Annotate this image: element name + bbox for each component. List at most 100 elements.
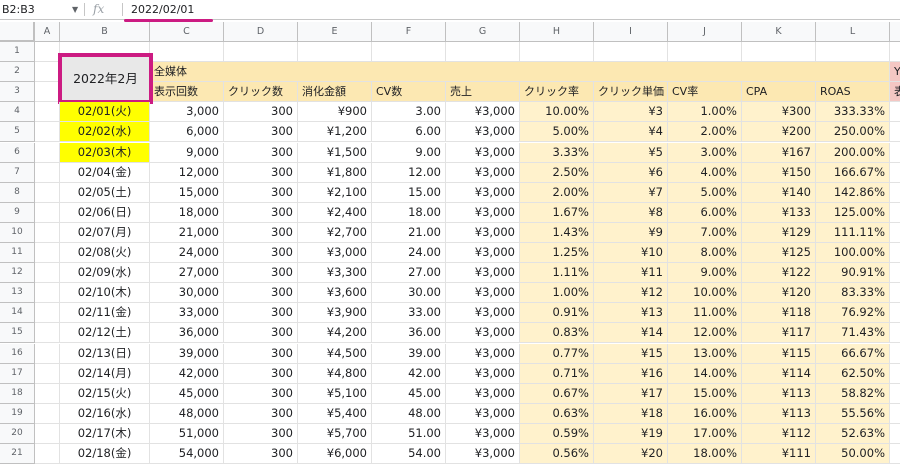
cvr-cell[interactable]: 1.00% bbox=[668, 102, 742, 123]
ctr-cell[interactable]: 1.43% bbox=[520, 222, 594, 243]
cost-cell[interactable]: ¥2,700 bbox=[298, 222, 372, 243]
cpc-cell[interactable]: ¥16 bbox=[594, 363, 668, 384]
cvr-cell[interactable]: 5.00% bbox=[668, 182, 742, 203]
date-cell[interactable]: 02/17(木) bbox=[60, 423, 150, 444]
roas-cell[interactable]: 55.56% bbox=[816, 403, 890, 424]
empty-cell[interactable] bbox=[890, 424, 900, 444]
row-header[interactable]: 1 bbox=[0, 42, 35, 63]
cpc-cell[interactable]: ¥12 bbox=[594, 283, 668, 304]
row-header[interactable]: 14 bbox=[0, 303, 35, 324]
cpa-cell[interactable]: ¥167 bbox=[742, 142, 816, 163]
empty-cell[interactable] bbox=[890, 323, 900, 344]
sales-cell[interactable]: ¥3,000 bbox=[446, 403, 520, 424]
roas-cell[interactable]: 83.33% bbox=[816, 283, 890, 304]
empty-cell[interactable] bbox=[224, 42, 298, 63]
ctr-cell[interactable]: 0.91% bbox=[520, 303, 594, 324]
cv-cell[interactable]: 21.00 bbox=[372, 222, 446, 243]
cv-cell[interactable]: 18.00 bbox=[372, 202, 446, 223]
date-cell[interactable]: 02/01(火) bbox=[60, 102, 150, 123]
clicks-cell[interactable]: 300 bbox=[224, 182, 298, 203]
imp-cell[interactable]: 36,000 bbox=[150, 323, 224, 344]
cvr-cell[interactable]: 17.00% bbox=[668, 423, 742, 444]
cpc-cell[interactable]: ¥7 bbox=[594, 182, 668, 203]
empty-cell[interactable] bbox=[35, 222, 60, 243]
cvr-cell[interactable]: 14.00% bbox=[668, 363, 742, 384]
row-header[interactable]: 3 bbox=[0, 82, 35, 103]
cost-cell[interactable]: ¥3,000 bbox=[298, 243, 372, 264]
row-header[interactable]: 11 bbox=[0, 243, 35, 264]
cost-cell[interactable]: ¥6,000 bbox=[298, 444, 372, 464]
date-cell[interactable]: 02/06(日) bbox=[60, 202, 150, 223]
empty-cell[interactable] bbox=[890, 122, 900, 143]
cvr-cell[interactable]: 11.00% bbox=[668, 303, 742, 324]
column-header-H[interactable]: H bbox=[520, 22, 594, 42]
sales-cell[interactable]: ¥3,000 bbox=[446, 162, 520, 183]
empty-cell[interactable] bbox=[890, 42, 900, 63]
cost-cell[interactable]: ¥3,300 bbox=[298, 263, 372, 284]
roas-cell[interactable]: 50.00% bbox=[816, 444, 890, 464]
empty-cell[interactable] bbox=[35, 122, 60, 143]
row-header[interactable]: 15 bbox=[0, 323, 35, 344]
cpa-cell[interactable]: ¥200 bbox=[742, 122, 816, 143]
roas-cell[interactable]: 111.11% bbox=[816, 222, 890, 243]
ctr-cell[interactable]: 2.50% bbox=[520, 162, 594, 183]
imp-cell[interactable]: 30,000 bbox=[150, 283, 224, 304]
cost-cell[interactable]: ¥1,500 bbox=[298, 142, 372, 163]
column-header-E[interactable]: E bbox=[298, 22, 372, 42]
cpc-cell[interactable]: ¥17 bbox=[594, 383, 668, 404]
cost-cell[interactable]: ¥2,400 bbox=[298, 202, 372, 223]
row-header[interactable]: 5 bbox=[0, 122, 35, 143]
cpc-cell[interactable]: ¥20 bbox=[594, 444, 668, 464]
clicks-cell[interactable]: 300 bbox=[224, 363, 298, 384]
cv-cell[interactable]: 3.00 bbox=[372, 102, 446, 123]
cpa-cell[interactable]: ¥118 bbox=[742, 303, 816, 324]
clicks-cell[interactable]: 300 bbox=[224, 343, 298, 364]
clicks-cell[interactable]: 300 bbox=[224, 423, 298, 444]
empty-cell[interactable] bbox=[520, 42, 594, 63]
cost-cell[interactable]: ¥1,200 bbox=[298, 122, 372, 143]
clicks-cell[interactable]: 300 bbox=[224, 142, 298, 163]
cpa-cell[interactable]: ¥150 bbox=[742, 162, 816, 183]
empty-cell[interactable] bbox=[35, 182, 60, 203]
row-header[interactable]: 20 bbox=[0, 423, 35, 444]
cost-cell[interactable]: ¥4,500 bbox=[298, 343, 372, 364]
cpc-cell[interactable]: ¥19 bbox=[594, 423, 668, 444]
empty-cell[interactable] bbox=[890, 143, 900, 163]
date-cell[interactable]: 02/02(水) bbox=[60, 122, 150, 143]
cpa-cell[interactable]: ¥114 bbox=[742, 363, 816, 384]
imp-cell[interactable]: 51,000 bbox=[150, 423, 224, 444]
column-header-K[interactable]: K bbox=[742, 22, 816, 42]
imp-cell[interactable]: 12,000 bbox=[150, 162, 224, 183]
cvr-cell[interactable]: 7.00% bbox=[668, 222, 742, 243]
ctr-cell[interactable]: 2.00% bbox=[520, 182, 594, 203]
cv-cell[interactable]: 27.00 bbox=[372, 263, 446, 284]
date-cell[interactable]: 02/05(土) bbox=[60, 182, 150, 203]
cvr-cell[interactable]: 2.00% bbox=[668, 122, 742, 143]
column-header-L[interactable]: L bbox=[816, 22, 890, 42]
column-header-next[interactable] bbox=[890, 22, 900, 42]
column-header-I[interactable]: I bbox=[594, 22, 668, 42]
clicks-cell[interactable]: 300 bbox=[224, 323, 298, 344]
date-cell[interactable]: 02/04(金) bbox=[60, 162, 150, 183]
empty-cell[interactable] bbox=[890, 102, 900, 123]
sales-cell[interactable]: ¥3,000 bbox=[446, 142, 520, 163]
ctr-cell[interactable]: 0.59% bbox=[520, 423, 594, 444]
row-header[interactable]: 19 bbox=[0, 403, 35, 424]
ctr-cell[interactable]: 0.71% bbox=[520, 363, 594, 384]
cost-cell[interactable]: ¥4,800 bbox=[298, 363, 372, 384]
clicks-cell[interactable]: 300 bbox=[224, 283, 298, 304]
cost-cell[interactable]: ¥3,900 bbox=[298, 303, 372, 324]
clicks-cell[interactable]: 300 bbox=[224, 383, 298, 404]
empty-cell[interactable] bbox=[446, 42, 520, 63]
sales-cell[interactable]: ¥3,000 bbox=[446, 202, 520, 223]
cv-cell[interactable]: 51.00 bbox=[372, 423, 446, 444]
cvr-cell[interactable]: 8.00% bbox=[668, 243, 742, 264]
cpa-cell[interactable]: ¥133 bbox=[742, 202, 816, 223]
empty-cell[interactable] bbox=[35, 42, 60, 63]
cv-cell[interactable]: 39.00 bbox=[372, 343, 446, 364]
ctr-cell[interactable]: 1.11% bbox=[520, 263, 594, 284]
clicks-cell[interactable]: 300 bbox=[224, 303, 298, 324]
imp-cell[interactable]: 9,000 bbox=[150, 142, 224, 163]
roas-cell[interactable]: 200.00% bbox=[816, 142, 890, 163]
row-header[interactable]: 16 bbox=[0, 343, 35, 364]
